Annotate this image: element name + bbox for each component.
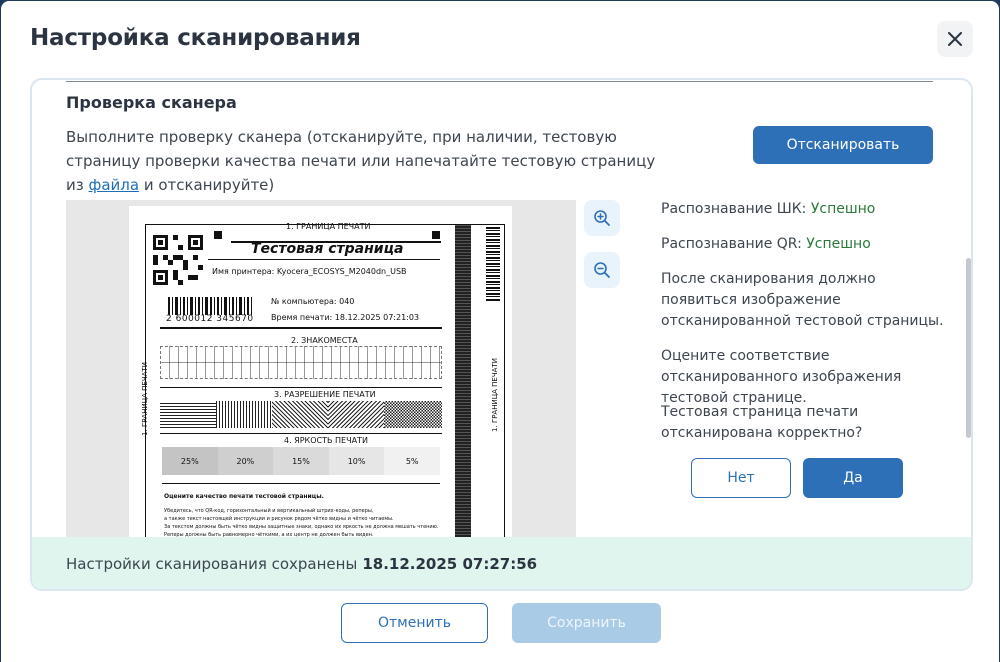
character-cells [160,346,442,379]
info-text-1: После сканирования должно появиться изоб… [661,271,944,329]
section-rule [160,387,442,388]
section-3-label: 3. РАЗРЕШЕНИЕ ПЕЧАТИ [274,390,376,399]
printer-name: Имя принтера: Kyocera_ECOSYS_M2040dn_USB [212,267,407,276]
barcode [168,297,252,315]
brightness-level: 10% [347,456,366,466]
saved-status-bar: Настройки сканирования сохранены 18.12.2… [32,537,971,589]
qr-code [153,235,203,285]
scrollbar-thumb[interactable] [966,258,971,438]
modal-title: Настройка сканирования [30,25,361,51]
zoom-in-icon [594,210,610,226]
barcode-number: 2 600012 345670 [166,314,254,324]
close-icon [948,32,962,46]
brightness-level: 15% [292,456,310,466]
quality-text: Убедитесь, что QR-код, горизонтальный и … [164,507,446,539]
instructions-part-2: и отсканируйте) [139,176,275,194]
quality-line: а также текст настоящей инструкции и рис… [164,516,394,522]
side-border-label-right: 1. ГРАНИЦА ПЕЧАТИ [490,358,499,432]
test-page-heading: Тестовая страница [251,241,404,257]
section-title: Проверка сканера [66,93,237,112]
divider [66,81,933,82]
saved-timestamp: 18.12.2025 07:27:56 [362,555,538,573]
computer-number: № компьютера: 040 [271,297,355,306]
file-link[interactable]: файла [89,176,140,194]
section-4-label: 4. ЯРКОСТЬ ПЕЧАТИ [284,436,368,445]
heading-rule [208,259,440,260]
yes-button[interactable]: Да [803,458,903,498]
barcode-recognition-label: Распознавание ШК: [661,201,807,217]
test-page-frame: 1. ГРАНИЦА ПЕЧАТИ Тестовая страница Имя … [141,222,505,540]
section-rule [160,327,442,329]
barcode-recognition-status: Распознавание ШК: Успешно [661,201,875,217]
zoom-in-button[interactable] [584,200,620,236]
qr-recognition-status: Распознавание QR: Успешно [661,236,871,252]
info-text-2: Оцените соответствие отсканированного из… [661,348,902,406]
no-button[interactable]: Нет [691,458,791,498]
barcode-recognition-value: Успешно [810,201,876,217]
quality-title: Оцените качество печати тестовой страниц… [164,493,324,500]
saved-text: Настройки сканирования сохранены [66,555,358,573]
brightness-level: 5% [405,456,419,466]
scan-button[interactable]: Отсканировать [753,126,933,164]
section-rule [162,483,440,484]
scanner-check-panel: Проверка сканера Выполните проверку скан… [30,78,973,591]
save-button[interactable]: Сохранить [512,603,661,643]
instructions-text: Выполните проверку сканера (отсканируйте… [66,125,666,197]
scanned-test-page: 1. ГРАНИЦА ПЕЧАТИ Тестовая страница Имя … [129,206,512,540]
close-button[interactable] [937,21,973,57]
print-time: Время печати: 18.12.2025 07:21:03 [271,313,420,322]
print-border-label: 1. ГРАНИЦА ПЕЧАТИ [286,222,371,231]
qr-recognition-value: Успешно [806,236,871,252]
dark-strip [455,225,471,540]
brightness-level: 20% [236,456,255,466]
corner-marker [432,231,440,239]
brightness-level: 25% [180,456,199,466]
scan-preview: 1. ГРАНИЦА ПЕЧАТИ Тестовая страница Имя … [66,200,576,540]
quality-line: Убедитесь, что QR-код, горизонтальный и … [164,508,374,514]
section-rule [160,433,442,434]
quality-line: За текстом должны быть чётко видны защит… [164,524,439,530]
zoom-out-icon [594,262,610,278]
scan-settings-modal: Настройка сканирования Проверка сканера … [1,1,999,662]
vertical-barcode [486,227,500,301]
question-text: Тестовая страница печати отсканирована к… [661,404,863,441]
brightness-strip: 25% 20% 15% 10% 5% [162,447,440,475]
corner-marker [214,231,222,239]
side-border-label-left: 1. ГРАНИЦА ПЕЧАТИ [140,362,149,436]
zoom-out-button[interactable] [584,252,620,288]
qr-recognition-label: Распознавание QR: [661,236,802,252]
section-2-label: 2. ЗНАКОМЕСТА [291,336,358,345]
cancel-button[interactable]: Отменить [341,603,488,643]
resolution-pattern [160,401,442,428]
